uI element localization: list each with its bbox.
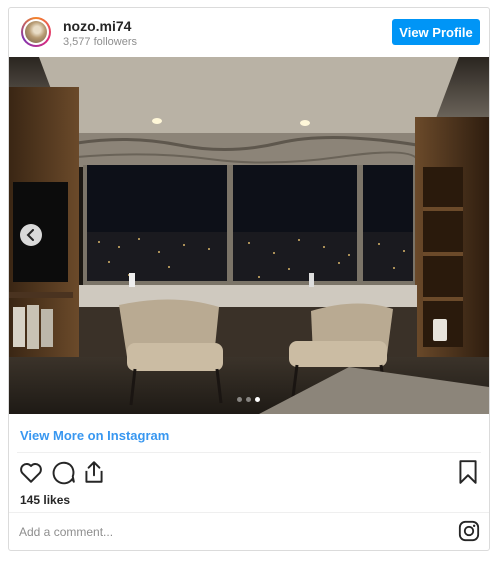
divider bbox=[9, 512, 489, 513]
followers-count: 3,577 followers bbox=[63, 36, 137, 48]
comment-icon[interactable] bbox=[50, 459, 76, 485]
view-more-link[interactable]: View More on Instagram bbox=[20, 428, 169, 443]
likes-count[interactable]: 145 likes bbox=[20, 493, 70, 507]
username[interactable]: nozo.mi74 bbox=[63, 18, 131, 34]
avatar[interactable] bbox=[21, 17, 51, 47]
action-bar bbox=[9, 459, 489, 489]
carousel-dot bbox=[237, 397, 242, 402]
post-photo[interactable] bbox=[9, 57, 489, 414]
comment-input[interactable]: Add a comment... bbox=[19, 525, 113, 539]
view-profile-button[interactable]: View Profile bbox=[392, 19, 480, 45]
instagram-logo-icon[interactable] bbox=[458, 520, 480, 542]
bookmark-icon[interactable] bbox=[455, 459, 481, 485]
carousel-dot-active bbox=[255, 397, 260, 402]
share-icon[interactable] bbox=[81, 459, 107, 485]
previous-slide-button[interactable] bbox=[20, 224, 42, 246]
divider bbox=[17, 452, 481, 453]
carousel-dot bbox=[246, 397, 251, 402]
heart-icon[interactable] bbox=[18, 459, 44, 485]
chevron-left-icon bbox=[26, 229, 34, 241]
hotel-room-night-view-image bbox=[9, 57, 489, 414]
instagram-embed-card: nozo.mi74 3,577 followers View Profile V… bbox=[8, 7, 490, 551]
post-header: nozo.mi74 3,577 followers View Profile bbox=[9, 8, 489, 57]
